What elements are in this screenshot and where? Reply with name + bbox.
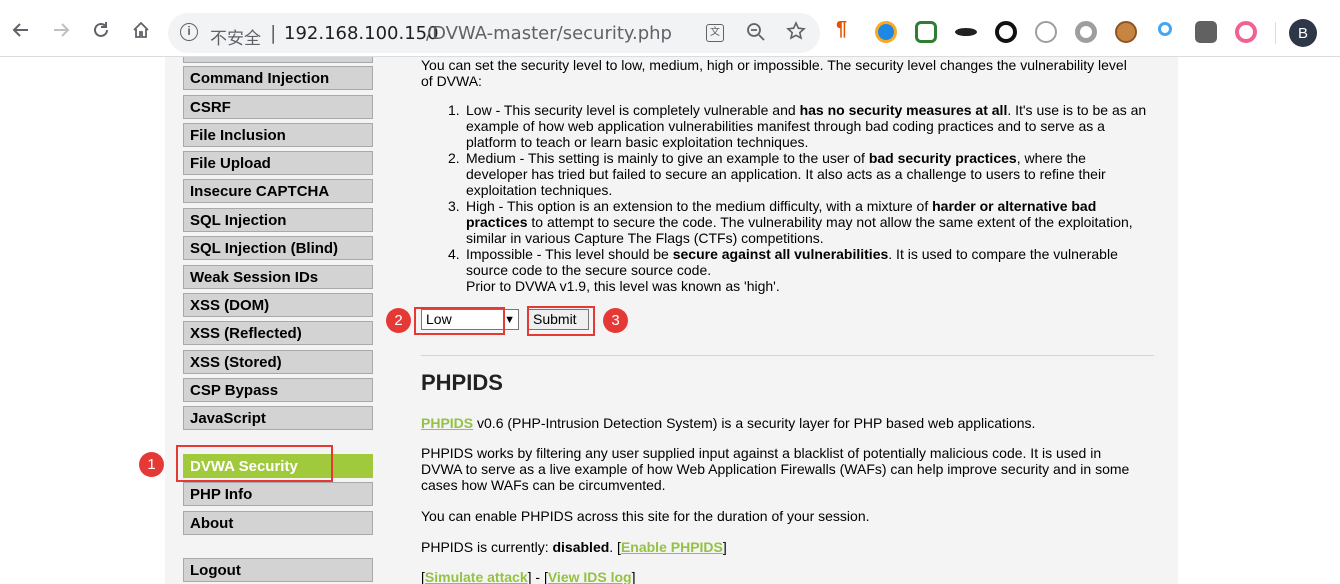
- extension-circle-icon[interactable]: [1075, 21, 1097, 43]
- prior-version-note: Prior to DVWA v1.9, this level was known…: [466, 278, 780, 294]
- phpids-description: PHPIDS v0.6 (PHP-Intrusion Detection Sys…: [421, 415, 1036, 431]
- profile-avatar[interactable]: B: [1289, 19, 1317, 47]
- sidebar-item-xss-dom[interactable]: XSS (DOM): [183, 293, 373, 317]
- sidebar-item-sql-injection-blind[interactable]: SQL Injection (Blind): [183, 236, 373, 260]
- extension-pilcrow-icon[interactable]: ¶: [836, 18, 858, 40]
- reload-icon[interactable]: [86, 15, 116, 45]
- dropdown-arrow-icon: ▼: [504, 314, 515, 326]
- sidebar-item-brute-force[interactable]: [183, 57, 373, 63]
- sidebar-item-csrf[interactable]: CSRF: [183, 95, 373, 119]
- enable-phpids-link[interactable]: Enable PHPIDS: [621, 539, 723, 555]
- sidebar-item-file-upload[interactable]: File Upload: [183, 151, 373, 175]
- annotation-box-2: [414, 307, 505, 335]
- dvwa-page: Command Injection CSRF File Inclusion Fi…: [0, 57, 1340, 584]
- url-host: 192.168.100.150: [284, 23, 439, 44]
- simulate-attack-link[interactable]: Simulate attack: [425, 569, 528, 584]
- sidebar-item-about[interactable]: About: [183, 511, 373, 535]
- annotation-box-1: [176, 445, 333, 482]
- list-item: 4. Impossible - This level should be sec…: [448, 246, 1118, 278]
- sidebar-item-csp-bypass[interactable]: CSP Bypass: [183, 378, 373, 402]
- phpids-status: PHPIDS is currently: disabled. [Enable P…: [421, 539, 727, 555]
- url-separator: |: [270, 22, 277, 44]
- divider: [421, 355, 1154, 356]
- sidebar-item-logout[interactable]: Logout: [183, 558, 373, 582]
- phpids-link[interactable]: PHPIDS: [421, 415, 473, 431]
- list-item: 3. High - This option is an extension to…: [448, 198, 1133, 246]
- extension-grid-icon[interactable]: [1195, 21, 1217, 43]
- phpids-works-text: PHPIDS works by filtering any user suppl…: [421, 445, 1130, 493]
- security-levels-list: 1. Low - This security level is complete…: [421, 102, 1151, 278]
- forward-icon[interactable]: [46, 15, 76, 45]
- phpids-heading: PHPIDS: [421, 370, 503, 395]
- extension-pin-icon[interactable]: [1158, 22, 1172, 36]
- back-icon[interactable]: [6, 15, 36, 45]
- extension-shield-icon[interactable]: [875, 21, 897, 43]
- zoom-icon[interactable]: [746, 22, 766, 47]
- sidebar-item-command-injection[interactable]: Command Injection: [183, 66, 373, 90]
- home-icon[interactable]: [126, 15, 156, 45]
- extension-leaf-icon[interactable]: [915, 21, 937, 43]
- phpids-status-value: disabled: [552, 539, 610, 555]
- list-item: 1. Low - This security level is complete…: [448, 102, 1147, 150]
- annotation-badge-2: 2: [386, 308, 411, 333]
- bookmark-star-icon[interactable]: [786, 21, 806, 46]
- info-icon[interactable]: i: [180, 23, 198, 41]
- security-label: 不安全: [210, 29, 261, 49]
- sidebar-item-javascript[interactable]: JavaScript: [183, 406, 373, 430]
- security-intro: You can set the security level to low, m…: [421, 57, 1127, 89]
- annotation-box-3: [527, 306, 595, 336]
- extension-cookie-icon[interactable]: [1115, 21, 1137, 43]
- extension-ghost-icon[interactable]: [995, 21, 1017, 43]
- sidebar-item-xss-stored[interactable]: XSS (Stored): [183, 350, 373, 374]
- annotation-badge-1: 1: [139, 452, 164, 477]
- toolbar-divider: [1275, 22, 1276, 44]
- extension-link-icon[interactable]: [1035, 21, 1057, 43]
- annotation-badge-3: 3: [603, 308, 628, 333]
- sidebar-item-weak-session-ids[interactable]: Weak Session IDs: [183, 265, 373, 289]
- url-path: /DVWA-master/security.php: [426, 23, 672, 44]
- sidebar-item-xss-reflected[interactable]: XSS (Reflected): [183, 321, 373, 345]
- extension-ring-icon[interactable]: [1235, 21, 1257, 43]
- sidebar-item-file-inclusion[interactable]: File Inclusion: [183, 123, 373, 147]
- extension-hat-icon[interactable]: [955, 28, 977, 36]
- browser-toolbar: i 不安全 | 192.168.100.150 /DVWA-master/sec…: [0, 0, 1340, 57]
- view-ids-log-link[interactable]: View IDS log: [548, 569, 632, 584]
- list-item: 2. Medium - This setting is mainly to gi…: [448, 150, 1106, 198]
- sidebar-item-insecure-captcha[interactable]: Insecure CAPTCHA: [183, 179, 373, 203]
- sidebar-item-php-info[interactable]: PHP Info: [183, 482, 373, 506]
- translate-icon[interactable]: 文: [706, 24, 724, 42]
- address-bar[interactable]: i 不安全 | 192.168.100.150 /DVWA-master/sec…: [168, 13, 820, 53]
- phpids-actions: [Simulate attack] - [View IDS log]: [421, 569, 636, 584]
- phpids-enable-note: You can enable PHPIDS across this site f…: [421, 508, 870, 524]
- sidebar-item-sql-injection[interactable]: SQL Injection: [183, 208, 373, 232]
